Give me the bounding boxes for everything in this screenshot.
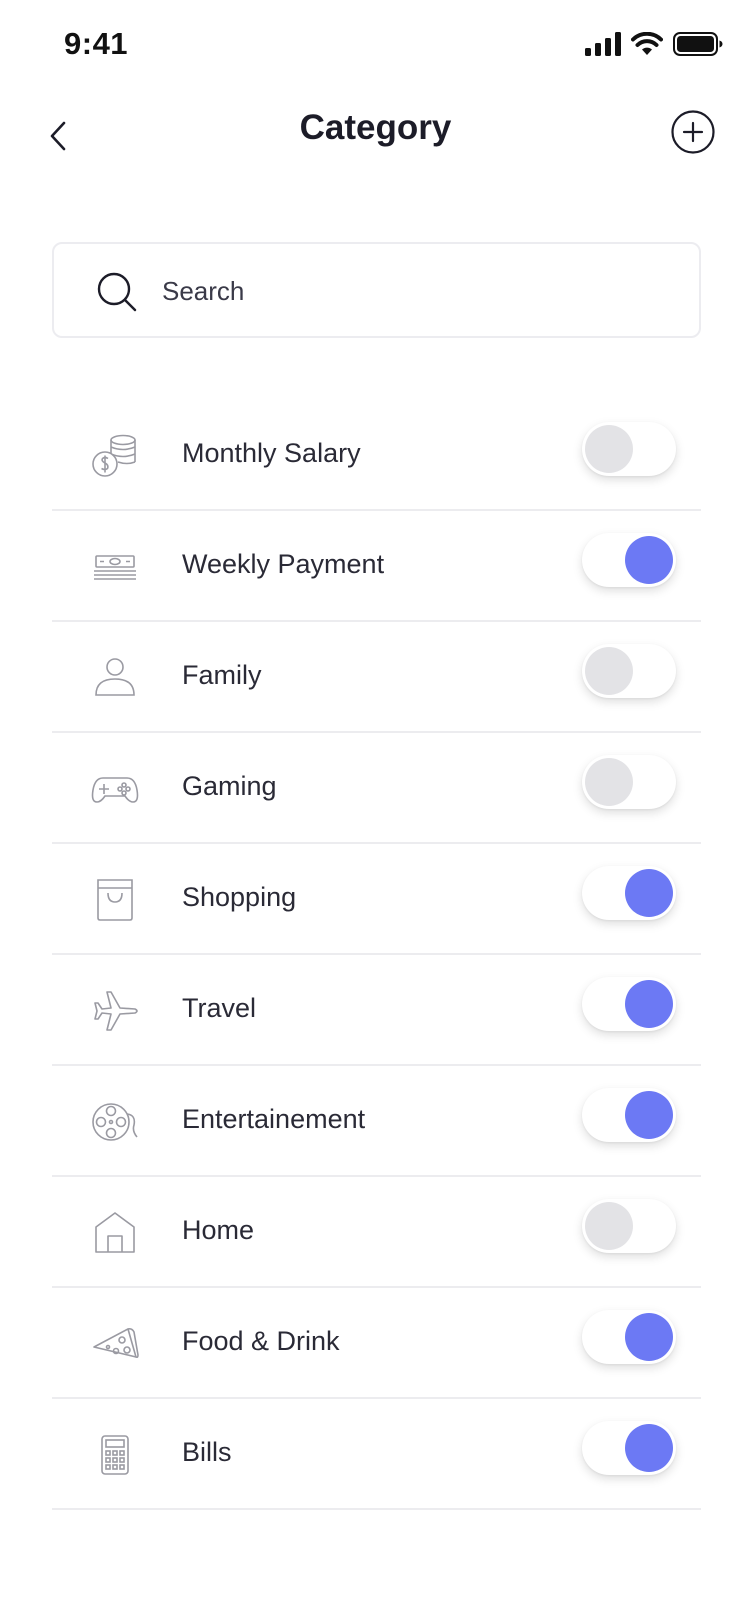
category-label: Family [182,660,262,690]
category-toggle[interactable] [582,1088,676,1142]
category-row-family[interactable]: Family [52,622,701,733]
airplane-icon [94,991,138,1031]
category-toggle[interactable] [582,422,676,476]
coins-icon [92,434,136,477]
category-toggle[interactable] [582,1421,676,1475]
category-row-weekly-payment[interactable]: Weekly Payment [52,511,701,622]
shopping-bag-icon [97,879,133,921]
person-icon [95,658,135,696]
category-toggle[interactable] [582,533,676,587]
category-toggle[interactable] [582,977,676,1031]
category-toggle[interactable] [582,1310,676,1364]
category-label: Shopping [182,882,297,912]
pizza-icon [93,1328,139,1359]
category-label: Gaming [182,771,277,801]
toggle-knob [625,980,673,1028]
toggle-knob [625,536,673,584]
category-row-entertainement[interactable]: Entertainement [52,1066,701,1177]
category-row-home[interactable]: Home [52,1177,701,1288]
search-input[interactable] [162,266,662,316]
cash-stack-icon [94,555,136,580]
category-toggle[interactable] [582,644,676,698]
category-row-food-drink[interactable]: Food & Drink [52,1288,701,1399]
page-title: Category [299,108,452,147]
toggle-knob [625,1091,673,1139]
category-row-gaming[interactable]: Gaming [52,733,701,844]
category-row-shopping[interactable]: Shopping [52,844,701,955]
category-toggle[interactable] [582,1199,676,1253]
category-label: Entertainement [182,1104,366,1134]
category-row-travel[interactable]: Travel [52,955,701,1066]
toggle-knob [625,869,673,917]
toggle-knob [585,647,633,695]
toggle-knob [625,1313,673,1361]
search-icon [97,272,137,312]
toggle-knob [585,425,633,473]
search-box[interactable] [52,242,701,338]
category-label: Home [182,1215,255,1245]
category-label: Weekly Payment [182,549,385,579]
add-category-button[interactable] [670,109,716,155]
battery-icon [673,32,723,56]
wifi-icon [631,32,663,55]
toggle-knob [585,1202,633,1250]
cellular-signal-icon [585,32,621,56]
calculator-icon [101,1435,129,1475]
category-toggle[interactable] [582,755,676,809]
category-row-monthly-salary[interactable]: Monthly Salary [52,400,701,511]
category-list: Monthly Salary Weekly Payment Family Gam… [52,400,701,1510]
category-label: Bills [182,1437,232,1467]
category-label: Monthly Salary [182,438,361,468]
status-time: 9:41 [64,26,129,61]
category-label: Travel [182,993,257,1023]
house-icon [95,1212,135,1253]
category-row-bills[interactable]: Bills [52,1399,701,1510]
category-label: Food & Drink [182,1326,340,1356]
gamepad-icon [91,777,139,803]
toggle-knob [585,758,633,806]
nav-bar: Category [0,92,751,178]
status-icons [585,32,723,56]
status-bar: 9:41 [0,0,751,92]
plus-circle-icon [671,110,715,154]
category-toggle[interactable] [582,866,676,920]
toggle-knob [625,1424,673,1472]
film-reel-icon [92,1103,138,1141]
